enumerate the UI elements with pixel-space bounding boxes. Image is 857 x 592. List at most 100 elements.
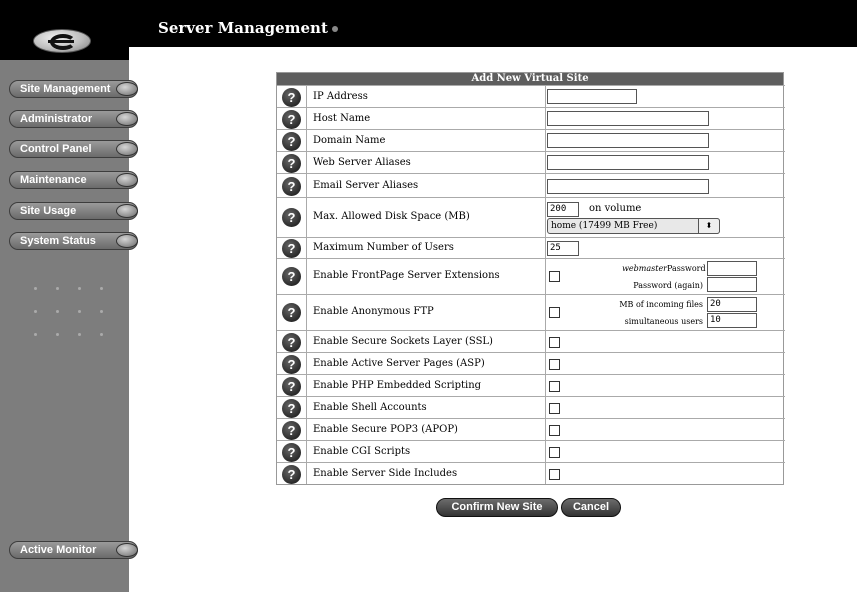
asp-checkbox[interactable]	[549, 359, 560, 370]
cobalt-logo-icon	[33, 29, 91, 53]
mb-incoming-label: MB of incoming files	[619, 300, 703, 309]
knob-icon	[116, 112, 138, 126]
row-label: Enable Secure POP3 (APOP)	[313, 424, 458, 435]
anonymous-ftp-checkbox[interactable]	[549, 307, 560, 318]
max-users-input[interactable]: 25	[547, 241, 579, 256]
confirm-new-site-button[interactable]: Confirm New Site	[436, 498, 558, 517]
help-icon[interactable]: ?	[282, 154, 301, 173]
volume-select[interactable]: home (17499 MB Free) ⬍	[547, 218, 720, 234]
frontpage-checkbox[interactable]	[549, 271, 560, 282]
sidebar-item-site-management[interactable]: Site Management	[9, 80, 138, 98]
form-row-shell: ? Enable Shell Accounts	[277, 396, 785, 418]
form-row-frontpage: ? Enable FrontPage Server Extensions web…	[277, 258, 785, 294]
sidebar	[0, 47, 129, 592]
row-label: Maximum Number of Users	[313, 242, 454, 253]
password-again-label: Password (again)	[633, 281, 703, 290]
help-icon[interactable]: ?	[282, 421, 301, 440]
decorative-dots	[20, 333, 120, 341]
row-label: Web Server Aliases	[313, 157, 411, 168]
email-aliases-input[interactable]	[547, 179, 709, 194]
mb-incoming-input[interactable]: 20	[707, 297, 757, 312]
form-title: Add New Virtual Site	[277, 73, 783, 85]
help-icon[interactable]: ?	[282, 399, 301, 418]
form-row-ip-address: ? IP Address	[277, 85, 785, 107]
cancel-button[interactable]: Cancel	[561, 498, 621, 517]
help-icon[interactable]: ?	[282, 377, 301, 396]
row-label: IP Address	[313, 91, 368, 102]
webmaster-label: webmaster	[622, 264, 667, 273]
help-icon[interactable]: ?	[282, 208, 301, 227]
decorative-dots	[20, 287, 120, 295]
title-dot-icon	[331, 26, 338, 32]
disk-space-input[interactable]: 200	[547, 202, 579, 217]
web-aliases-input[interactable]	[547, 155, 709, 170]
form-row-asp: ? Enable Active Server Pages (ASP)	[277, 352, 785, 374]
knob-icon	[116, 173, 138, 187]
ssi-checkbox[interactable]	[549, 469, 560, 480]
simultaneous-users-input[interactable]: 10	[707, 313, 757, 328]
domain-name-input[interactable]	[547, 133, 709, 148]
php-checkbox[interactable]	[549, 381, 560, 392]
logo-area	[0, 0, 129, 60]
knob-icon	[116, 234, 138, 248]
row-label: Enable Server Side Includes	[313, 468, 458, 479]
form-row-ssl: ? Enable Secure Sockets Layer (SSL)	[277, 330, 785, 352]
form-row-php: ? Enable PHP Embedded Scripting	[277, 374, 785, 396]
password-label: Password	[667, 264, 706, 273]
row-label: Domain Name	[313, 135, 386, 146]
knob-icon	[116, 543, 138, 557]
select-arrows-icon: ⬍	[698, 218, 720, 234]
row-label: Enable FrontPage Server Extensions	[313, 270, 500, 281]
sidebar-item-administrator[interactable]: Administrator	[9, 110, 138, 128]
form-row-max-users: ? Maximum Number of Users 25	[277, 237, 785, 258]
sidebar-item-active-monitor[interactable]: Active Monitor	[9, 541, 138, 559]
host-name-input[interactable]	[547, 111, 709, 126]
sidebar-item-system-status[interactable]: System Status	[9, 232, 138, 250]
help-icon[interactable]: ?	[282, 267, 301, 286]
help-icon[interactable]: ?	[282, 239, 301, 258]
help-icon[interactable]: ?	[282, 88, 301, 107]
help-icon[interactable]: ?	[282, 465, 301, 484]
apop-checkbox[interactable]	[549, 425, 560, 436]
form-row-ssi: ? Enable Server Side Includes	[277, 462, 785, 484]
help-icon[interactable]: ?	[282, 355, 301, 374]
form-row-anonymous-ftp: ? Enable Anonymous FTP MB of incoming fi…	[277, 294, 785, 330]
simultaneous-users-label: simultaneous users	[624, 317, 703, 326]
knob-icon	[116, 142, 138, 156]
form-row-email-aliases: ? Email Server Aliases	[277, 173, 785, 197]
decorative-dots	[20, 310, 120, 318]
row-label: Enable Shell Accounts	[313, 402, 427, 413]
form-row-host-name: ? Host Name	[277, 107, 785, 129]
help-icon[interactable]: ?	[282, 443, 301, 462]
sidebar-item-maintenance[interactable]: Maintenance	[9, 171, 138, 189]
form-row-web-aliases: ? Web Server Aliases	[277, 151, 785, 173]
row-label: Host Name	[313, 113, 371, 124]
row-label: Enable Secure Sockets Layer (SSL)	[313, 336, 493, 347]
row-label: Enable Active Server Pages (ASP)	[313, 358, 485, 369]
row-label: Enable PHP Embedded Scripting	[313, 380, 482, 391]
knob-icon	[116, 82, 138, 96]
add-site-form: Add New Virtual Site ? IP Address ? Host…	[276, 72, 785, 485]
help-icon[interactable]: ?	[282, 333, 301, 352]
page-title: Server Management	[158, 19, 338, 37]
help-icon[interactable]: ?	[282, 303, 301, 322]
help-icon[interactable]: ?	[282, 177, 301, 196]
sidebar-item-site-usage[interactable]: Site Usage	[9, 202, 138, 220]
shell-checkbox[interactable]	[549, 403, 560, 414]
ip-address-input[interactable]	[547, 89, 637, 104]
password-again-input[interactable]	[707, 277, 757, 292]
password-input[interactable]	[707, 261, 757, 276]
cgi-checkbox[interactable]	[549, 447, 560, 458]
form-row-cgi: ? Enable CGI Scripts	[277, 440, 785, 462]
form-row-apop: ? Enable Secure POP3 (APOP)	[277, 418, 785, 440]
on-volume-label: on volume	[589, 203, 642, 214]
form-row-disk-space: ? Max. Allowed Disk Space (MB) 200 on vo…	[277, 197, 785, 237]
help-icon[interactable]: ?	[282, 132, 301, 151]
row-label: Email Server Aliases	[313, 180, 419, 191]
row-label: Max. Allowed Disk Space (MB)	[313, 211, 470, 222]
knob-icon	[116, 204, 138, 218]
help-icon[interactable]: ?	[282, 110, 301, 129]
sidebar-item-control-panel[interactable]: Control Panel	[9, 140, 138, 158]
form-row-domain-name: ? Domain Name	[277, 129, 785, 151]
ssl-checkbox[interactable]	[549, 337, 560, 348]
